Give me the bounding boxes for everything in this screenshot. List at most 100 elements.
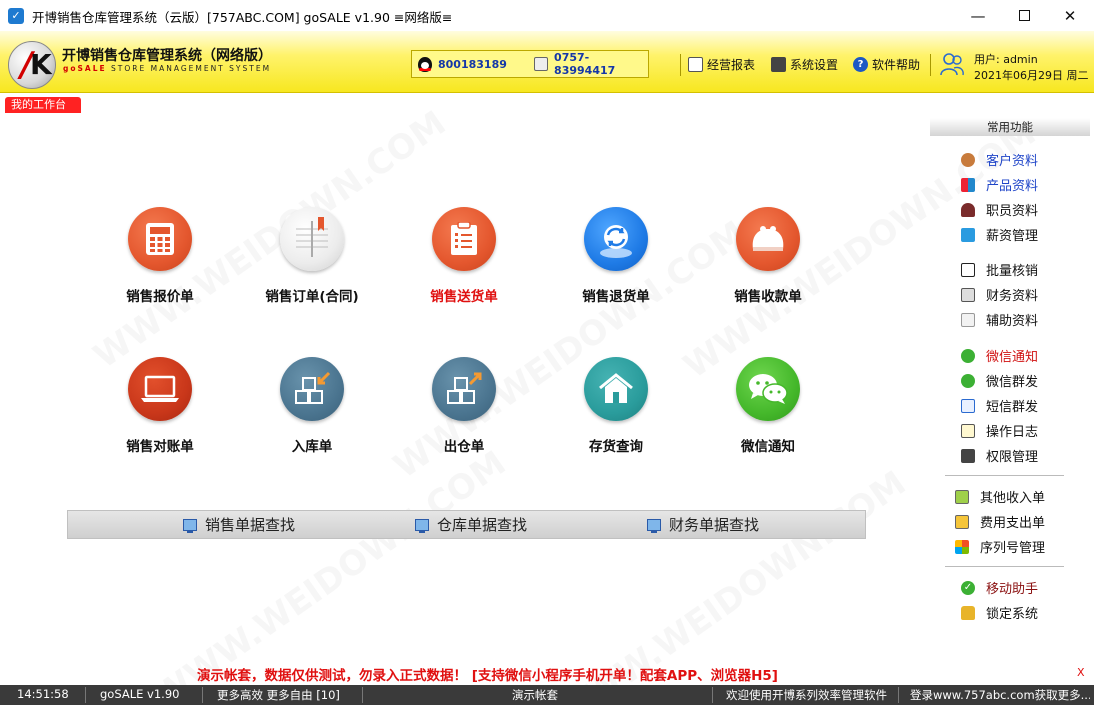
wechat-icon	[736, 357, 800, 421]
module-label: 销售送货单	[430, 289, 498, 305]
module-label: 入库单	[291, 439, 333, 455]
person-icon	[961, 152, 975, 167]
windows-icon	[955, 539, 969, 554]
refresh-icon	[584, 207, 648, 271]
module-sales-order[interactable]: 销售订单(合同)	[242, 207, 382, 305]
demo-notice: 演示帐套，数据仅供测试，勿录入正式数据！ [支持微信小程序手机开单！配套APP、…	[197, 668, 778, 684]
phone-contact: 0757-83994417	[534, 51, 648, 77]
notice-close-button[interactable]: X	[1077, 666, 1085, 679]
user-icon	[940, 53, 964, 76]
notebook-icon	[280, 207, 344, 271]
aux-data-icon	[961, 312, 975, 327]
module-label: 销售报价单	[126, 289, 194, 305]
title-bar: ✓ 开博销售仓库管理系统（云版）[757ABC.COM] goSALE v1.9…	[0, 0, 1094, 31]
sidebar-item-sms-broadcast[interactable]: 短信群发	[961, 396, 1038, 415]
contact-box: 800183189 0757-83994417	[411, 50, 649, 78]
module-label: 出仓单	[443, 439, 485, 455]
brand-subtitle: goSALE STORE MANAGEMENT SYSTEM	[63, 64, 272, 73]
module-sales-quote[interactable]: 销售报价单	[90, 207, 230, 305]
module-stock-in[interactable]: 入库单	[242, 357, 382, 455]
report-icon	[688, 57, 703, 72]
wechat-icon	[961, 348, 975, 363]
module-sales-statement[interactable]: 销售对账单	[90, 357, 230, 455]
common-functions-header: 常用功能	[930, 118, 1090, 136]
finance-icon	[961, 287, 975, 302]
status-slogan: 更多高效 更多自由 [10]	[217, 688, 340, 702]
wechat-icon	[961, 373, 975, 388]
qq-contact[interactable]: 800183189	[418, 56, 507, 72]
sidebar-item-serial-number[interactable]: 序列号管理	[955, 537, 1045, 556]
sidebar-item-lock-system[interactable]: 锁定系统	[961, 603, 1038, 622]
status-welcome: 欢迎使用开博系列效率管理软件	[726, 688, 887, 702]
sidebar-item-finance-data[interactable]: 财务资料	[961, 285, 1038, 304]
sidebar-item-salary[interactable]: 薪资管理	[961, 225, 1038, 244]
module-wechat-notice[interactable]: 微信通知	[698, 357, 838, 455]
house-icon	[584, 357, 648, 421]
window-title: 开博销售仓库管理系统（云版）[757ABC.COM] goSALE v1.90 …	[32, 10, 453, 25]
purse-icon	[736, 207, 800, 271]
sidebar-item-operation-log[interactable]: 操作日志	[961, 421, 1038, 440]
module-inventory-query[interactable]: 存货查询	[546, 357, 686, 455]
sidebar-item-permissions[interactable]: 权限管理	[961, 446, 1038, 465]
close-icon: ✕	[1063, 6, 1077, 25]
sidebar-item-other-income[interactable]: 其他收入单	[955, 487, 1045, 506]
tab-workspace[interactable]: 我的工作台	[5, 97, 81, 113]
document-search-bar: 销售单据查找 仓库单据查找 财务单据查找	[67, 510, 866, 539]
app-logo: / K	[8, 41, 56, 89]
report-button[interactable]: 经营报表	[688, 56, 755, 73]
module-sales-return[interactable]: 销售退货单	[546, 207, 686, 305]
sidebar-item-expense[interactable]: 费用支出单	[955, 512, 1045, 531]
staff-icon	[961, 202, 975, 217]
module-label: 销售退货单	[582, 289, 650, 305]
module-stock-out[interactable]: 出仓单	[394, 357, 534, 455]
check-icon: ✓	[961, 580, 975, 595]
stock-out-icon	[432, 357, 496, 421]
income-icon	[955, 489, 969, 504]
finance-doc-search-button[interactable]: 财务单据查找	[647, 514, 759, 535]
module-sales-receipt[interactable]: 销售收款单	[698, 207, 838, 305]
status-account: 演示帐套	[512, 688, 558, 702]
message-icon	[961, 398, 975, 413]
sidebar-item-mobile-assistant[interactable]: ✓ 移动助手	[961, 578, 1038, 597]
module-sales-delivery[interactable]: 销售送货单	[394, 207, 534, 305]
clipboard-icon	[432, 207, 496, 271]
help-button[interactable]: ? 软件帮助	[853, 56, 920, 73]
qq-icon	[418, 56, 432, 72]
sidebar-item-wechat-notice[interactable]: 微信通知	[961, 346, 1038, 365]
sidebar-item-customers[interactable]: 客户资料	[961, 150, 1038, 169]
sidebar-item-staff[interactable]: 职员资料	[961, 200, 1038, 219]
close-button[interactable]: ✕	[1047, 0, 1093, 31]
module-label: 销售订单(合同)	[265, 289, 359, 305]
module-label: 销售对账单	[126, 439, 194, 455]
module-label: 微信通知	[741, 439, 795, 455]
expense-icon	[955, 514, 969, 529]
settings-button[interactable]: 系统设置	[771, 56, 838, 73]
minimize-button[interactable]: —	[955, 0, 1001, 31]
module-label: 存货查询	[589, 439, 643, 455]
current-date: 2021年06月29日 周二	[974, 69, 1089, 82]
settings-icon	[771, 57, 786, 72]
sidebar-item-batch-writeoff[interactable]: 批量核销	[961, 260, 1038, 279]
monitor-icon	[961, 448, 975, 463]
log-icon	[961, 423, 975, 438]
maximize-icon	[1018, 10, 1030, 21]
stock-in-icon	[280, 357, 344, 421]
monitor-icon	[183, 518, 197, 533]
lock-icon	[961, 605, 975, 620]
app-icon: ✓	[8, 8, 24, 24]
sidebar-item-wechat-broadcast[interactable]: 微信群发	[961, 371, 1038, 390]
products-icon	[961, 177, 975, 192]
sidebar-item-aux-data[interactable]: 辅助资料	[961, 310, 1038, 329]
monitor-icon	[415, 518, 429, 533]
status-time: 14:51:58	[17, 687, 69, 701]
sidebar-item-products[interactable]: 产品资料	[961, 175, 1038, 194]
status-version: goSALE v1.90	[100, 687, 180, 701]
laptop-icon	[128, 357, 192, 421]
sales-doc-search-button[interactable]: 销售单据查找	[183, 514, 295, 535]
salary-icon	[961, 227, 975, 242]
status-website-link[interactable]: 登录www.757abc.com获取更多...	[910, 687, 1090, 703]
calculator-icon	[128, 207, 192, 271]
maximize-button[interactable]	[1001, 0, 1047, 31]
warehouse-doc-search-button[interactable]: 仓库单据查找	[415, 514, 527, 535]
phone-icon	[534, 57, 549, 71]
